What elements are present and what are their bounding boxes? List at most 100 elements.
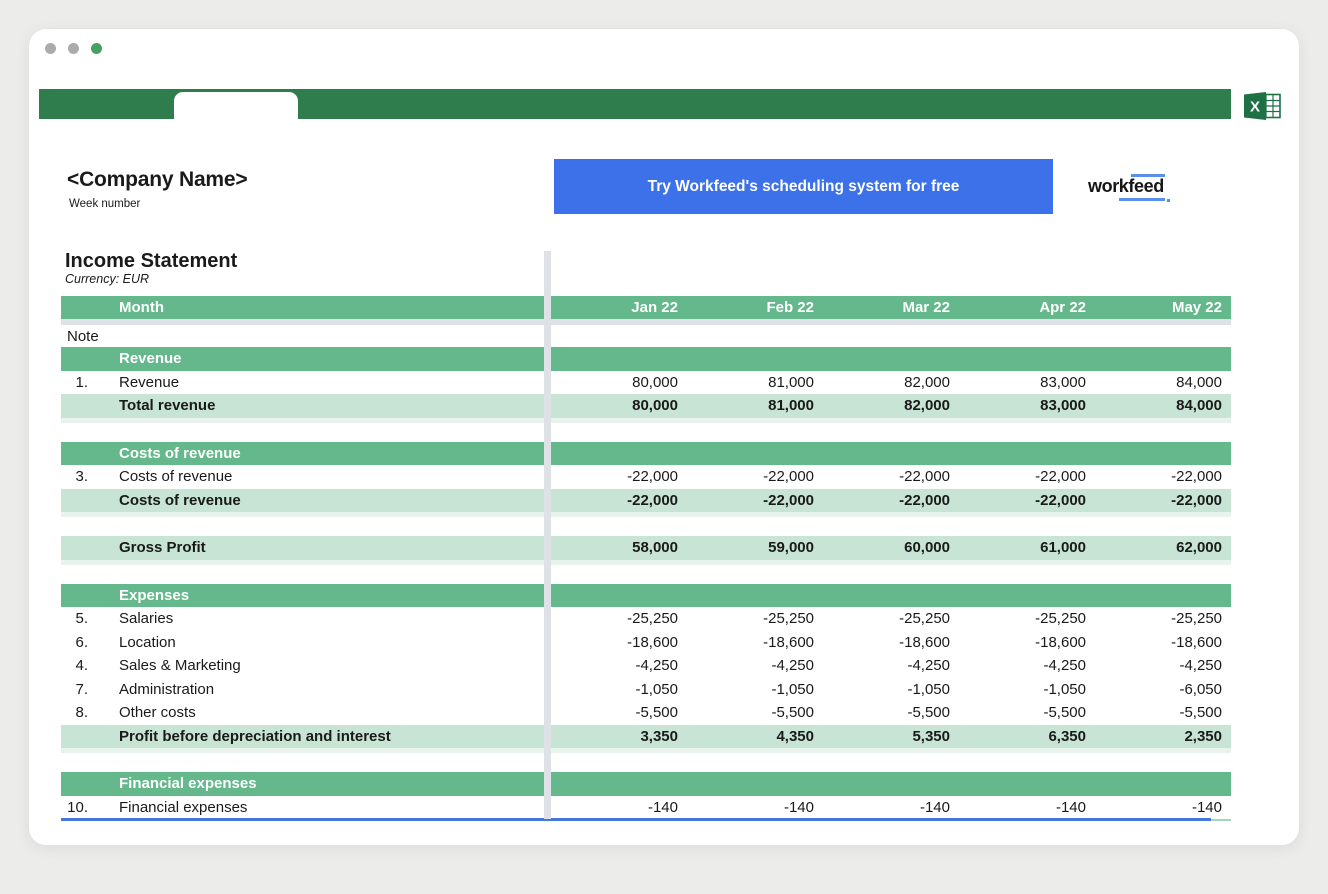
value-cell: 5,350 <box>823 728 959 745</box>
row-note: 1. <box>61 374 88 391</box>
total-label: Costs of revenue <box>61 492 544 509</box>
value-cell: 2,350 <box>1095 728 1231 745</box>
row-label: Financial expenses <box>119 799 247 816</box>
company-name-heading: <Company Name> <box>67 167 247 193</box>
row-label: Administration <box>119 681 214 698</box>
value-cell: -25,250 <box>823 610 959 627</box>
value-cell: 6,350 <box>959 728 1095 745</box>
window-titlebar <box>45 43 102 54</box>
value-cell: -22,000 <box>959 468 1095 485</box>
note-row: Note <box>61 325 1231 347</box>
row-gap <box>61 753 1231 772</box>
workfeed-banner-button[interactable]: Try Workfeed's scheduling system for fre… <box>554 159 1053 214</box>
value-cell: -140 <box>823 799 959 816</box>
value-cell: -4,250 <box>687 657 823 674</box>
value-cell: -18,600 <box>551 634 687 651</box>
value-cell: -4,250 <box>959 657 1095 674</box>
value-cell: -18,600 <box>959 634 1095 651</box>
row-note: 6. <box>61 634 88 651</box>
value-cell: -22,000 <box>687 468 823 485</box>
selection-blue-line <box>61 818 1211 821</box>
value-cell: -22,000 <box>1095 468 1231 485</box>
row-label: Location <box>119 634 176 651</box>
value-cell: -22,000 <box>823 468 959 485</box>
line-item-row: 8.Other costs-5,500-5,500-5,500-5,500-5,… <box>61 701 1231 725</box>
excel-icon[interactable]: X <box>1244 92 1284 120</box>
total-label: Profit before depreciation and interest <box>61 728 544 745</box>
value-cell: Feb 22 <box>687 299 823 316</box>
section-header-row: Expenses <box>61 584 1231 608</box>
value-cell: -22,000 <box>551 468 687 485</box>
value-cell: 61,000 <box>959 539 1095 556</box>
section-label: Revenue <box>61 350 544 367</box>
row-note: 8. <box>61 704 88 721</box>
row-label: Revenue <box>119 374 179 391</box>
value-cell: -22,000 <box>959 492 1095 509</box>
row-label: Sales & Marketing <box>119 657 241 674</box>
value-cell: 84,000 <box>1095 374 1231 391</box>
section-label: Expenses <box>61 587 544 604</box>
value-cell: -6,050 <box>1095 681 1231 698</box>
row-note: 4. <box>61 657 88 674</box>
value-cell: -140 <box>551 799 687 816</box>
value-cell: -4,250 <box>551 657 687 674</box>
value-cell: 81,000 <box>687 374 823 391</box>
section-header-row: Financial expenses <box>61 772 1231 796</box>
value-cell: 81,000 <box>687 397 823 414</box>
row-gap <box>61 423 1231 442</box>
value-cell: 83,000 <box>959 397 1095 414</box>
value-cell: 82,000 <box>823 397 959 414</box>
window-control-dot[interactable] <box>68 43 79 54</box>
line-item-row: 3.Costs of revenue-22,000-22,000-22,000-… <box>61 465 1231 489</box>
active-sheet-tab[interactable] <box>174 92 298 119</box>
value-cell: 80,000 <box>551 374 687 391</box>
value-cell: -4,250 <box>823 657 959 674</box>
value-cell: 80,000 <box>551 397 687 414</box>
line-item-row: 5.Salaries-25,250-25,250-25,250-25,250-2… <box>61 607 1231 631</box>
sheet-tab-bar <box>39 89 1231 119</box>
value-cell: -140 <box>1095 799 1231 816</box>
window-control-dot[interactable] <box>91 43 102 54</box>
statement-title: Income Statement <box>65 250 237 272</box>
value-cell: -5,500 <box>687 704 823 721</box>
month-header-label: Month <box>61 299 544 316</box>
value-cell: -1,050 <box>823 681 959 698</box>
value-cell: Jan 22 <box>551 299 687 316</box>
value-cell: -5,500 <box>551 704 687 721</box>
value-cell: -25,250 <box>551 610 687 627</box>
section-label: Costs of revenue <box>61 445 544 462</box>
row-note: 7. <box>61 681 88 698</box>
value-cell: -25,250 <box>687 610 823 627</box>
total-row: Total revenue 80,00081,00082,00083,00084,… <box>61 394 1231 418</box>
workfeed-logo[interactable]: workfeed <box>1088 176 1164 197</box>
app-window: X <Company Name> Week number Try Workfee… <box>28 28 1300 846</box>
value-cell: 4,350 <box>687 728 823 745</box>
value-cell: -22,000 <box>687 492 823 509</box>
line-item-row: 4.Sales & Marketing-4,250-4,250-4,250-4,… <box>61 654 1231 678</box>
note-column-label: Note <box>61 328 544 345</box>
window-control-dot[interactable] <box>45 43 56 54</box>
section-header-row: Costs of revenue <box>61 442 1231 466</box>
total-label: Total revenue <box>61 397 544 414</box>
statement-currency: Currency: EUR <box>65 272 149 287</box>
value-cell: 60,000 <box>823 539 959 556</box>
total-row: Gross Profit58,00059,00060,00061,00062,0… <box>61 536 1231 560</box>
value-cell: -18,600 <box>823 634 959 651</box>
row-label: Salaries <box>119 610 173 627</box>
row-gap <box>61 565 1231 584</box>
row-label: Other costs <box>119 704 196 721</box>
value-cell: -140 <box>687 799 823 816</box>
value-cell: -1,050 <box>551 681 687 698</box>
section-label: Financial expenses <box>61 775 544 792</box>
value-cell: 84,000 <box>1095 397 1231 414</box>
row-note: 10. <box>61 799 88 816</box>
total-label: Gross Profit <box>61 539 544 556</box>
value-cell: -25,250 <box>1095 610 1231 627</box>
logo-text-work: work <box>1088 176 1128 196</box>
value-cell: -5,500 <box>959 704 1095 721</box>
line-item-row: 10.Financial expenses-140-140-140-140-14… <box>61 796 1231 820</box>
value-cell: 83,000 <box>959 374 1095 391</box>
value-cell: Mar 22 <box>823 299 959 316</box>
line-item-row: 7.Administration-1,050-1,050-1,050-1,050… <box>61 678 1231 702</box>
week-number-label: Week number <box>69 198 140 210</box>
